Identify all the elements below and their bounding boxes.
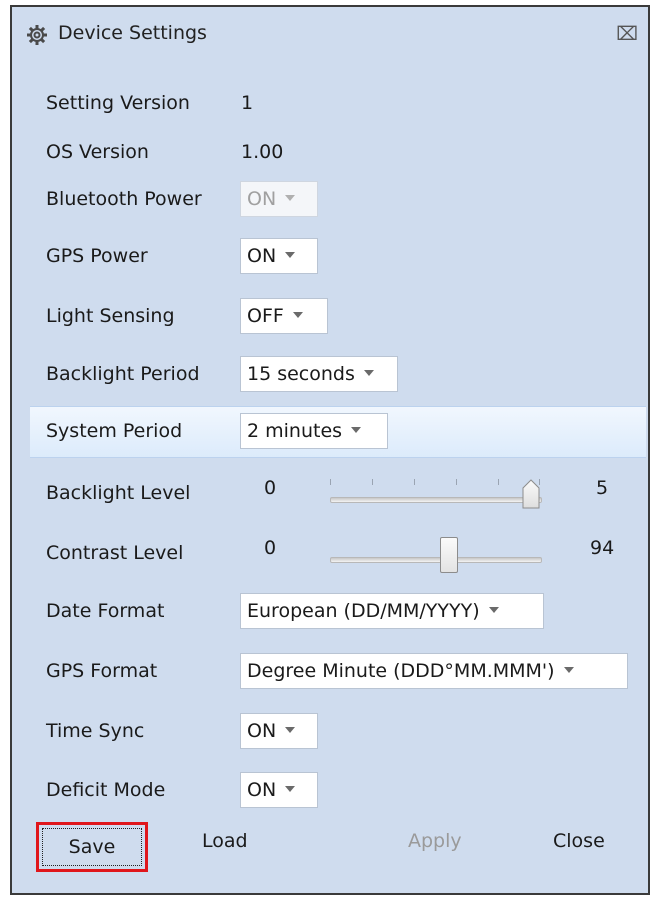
chevron-down-icon	[285, 785, 296, 792]
backlight-level-min: 0	[264, 477, 277, 499]
slider-tick	[456, 479, 457, 485]
backlight-period-value: 15 seconds	[247, 363, 355, 385]
system-period-dropdown[interactable]: 2 minutes	[240, 413, 388, 449]
gps-format-label: GPS Format	[46, 660, 158, 682]
backlight-level-max: 5	[596, 477, 609, 499]
setting-version-row: Setting Version 1	[12, 79, 648, 129]
contrast-level-label: Contrast Level	[46, 542, 184, 564]
save-button-label: Save	[68, 836, 116, 858]
window-title: Device Settings	[58, 22, 207, 44]
title-bar: Device Settings ⌧	[12, 7, 648, 63]
deficit-mode-value: ON	[247, 779, 277, 801]
system-period-label: System Period	[46, 420, 183, 442]
bluetooth-power-dropdown: ON	[240, 181, 318, 217]
deficit-mode-label: Deficit Mode	[46, 779, 166, 801]
gps-format-value: Degree Minute (DDD°MM.MMM')	[247, 660, 555, 682]
light-sensing-dropdown[interactable]: OFF	[240, 298, 328, 334]
apply-button[interactable]: Apply	[408, 830, 462, 852]
deficit-mode-row: Deficit Mode ON	[12, 766, 648, 816]
gps-power-row: GPS Power ON	[12, 232, 648, 282]
backlight-level-row: Backlight Level 0 5	[12, 469, 648, 519]
contrast-level-track[interactable]	[330, 557, 542, 563]
gps-power-dropdown[interactable]: ON	[240, 238, 318, 274]
backlight-level-ticks	[330, 479, 540, 487]
time-sync-label: Time Sync	[46, 720, 145, 742]
chevron-down-icon	[285, 726, 296, 733]
gps-format-row: GPS Format Degree Minute (DDD°MM.MMM')	[12, 647, 648, 697]
bluetooth-power-row: Bluetooth Power ON	[12, 175, 648, 225]
date-format-dropdown[interactable]: European (DD/MM/YYYY)	[240, 593, 544, 629]
contrast-level-min: 0	[264, 537, 277, 559]
backlight-period-label: Backlight Period	[46, 363, 200, 385]
contrast-level-thumb[interactable]	[440, 537, 458, 573]
gps-power-value: ON	[247, 245, 277, 267]
backlight-level-track[interactable]	[330, 497, 542, 503]
setting-version-label: Setting Version	[46, 92, 190, 114]
light-sensing-label: Light Sensing	[46, 305, 175, 327]
system-period-value: 2 minutes	[247, 420, 343, 442]
slider-tick	[330, 479, 331, 485]
date-format-label: Date Format	[46, 600, 165, 622]
deficit-mode-dropdown[interactable]: ON	[240, 772, 318, 808]
time-sync-value: ON	[247, 720, 277, 742]
time-sync-row: Time Sync ON	[12, 707, 648, 757]
time-sync-dropdown[interactable]: ON	[240, 713, 318, 749]
chevron-down-icon	[488, 606, 499, 613]
backlight-period-row: Backlight Period 15 seconds	[12, 350, 648, 400]
system-period-row: System Period 2 minutes	[30, 406, 646, 458]
footer-buttons: Save Load Apply Close	[12, 822, 648, 882]
chevron-down-icon	[292, 311, 303, 318]
date-format-value: European (DD/MM/YYYY)	[247, 600, 480, 622]
close-window-icon[interactable]: ⌧	[616, 23, 638, 45]
slider-tick	[414, 479, 415, 485]
gps-format-dropdown[interactable]: Degree Minute (DDD°MM.MMM')	[240, 653, 628, 689]
os-version-label: OS Version	[46, 141, 149, 163]
backlight-level-thumb[interactable]	[522, 479, 540, 509]
chevron-down-icon	[563, 666, 574, 673]
slider-tick	[372, 479, 373, 485]
light-sensing-row: Light Sensing OFF	[12, 292, 648, 342]
load-button[interactable]: Load	[202, 830, 248, 852]
chevron-down-icon	[363, 369, 374, 376]
chevron-down-icon	[351, 426, 362, 433]
backlight-period-dropdown[interactable]: 15 seconds	[240, 356, 398, 392]
os-version-value: 1.00	[241, 141, 284, 163]
gps-power-label: GPS Power	[46, 245, 148, 267]
gear-icon	[27, 25, 47, 45]
backlight-level-label: Backlight Level	[46, 482, 191, 504]
close-button[interactable]: Close	[553, 830, 605, 852]
contrast-level-max: 94	[590, 537, 615, 559]
slider-tick	[498, 479, 499, 485]
bluetooth-power-value: ON	[247, 188, 277, 210]
contrast-level-row: Contrast Level 0 94	[12, 529, 648, 579]
bluetooth-power-label: Bluetooth Power	[46, 188, 202, 210]
os-version-row: OS Version 1.00	[12, 128, 648, 178]
save-button[interactable]: Save	[36, 822, 148, 872]
date-format-row: Date Format European (DD/MM/YYYY)	[12, 587, 648, 637]
light-sensing-value: OFF	[247, 305, 284, 327]
device-settings-window: Device Settings ⌧ Setting Version 1 OS V…	[10, 5, 650, 895]
chevron-down-icon	[285, 251, 296, 258]
setting-version-value: 1	[241, 92, 254, 114]
chevron-down-icon	[285, 194, 296, 201]
